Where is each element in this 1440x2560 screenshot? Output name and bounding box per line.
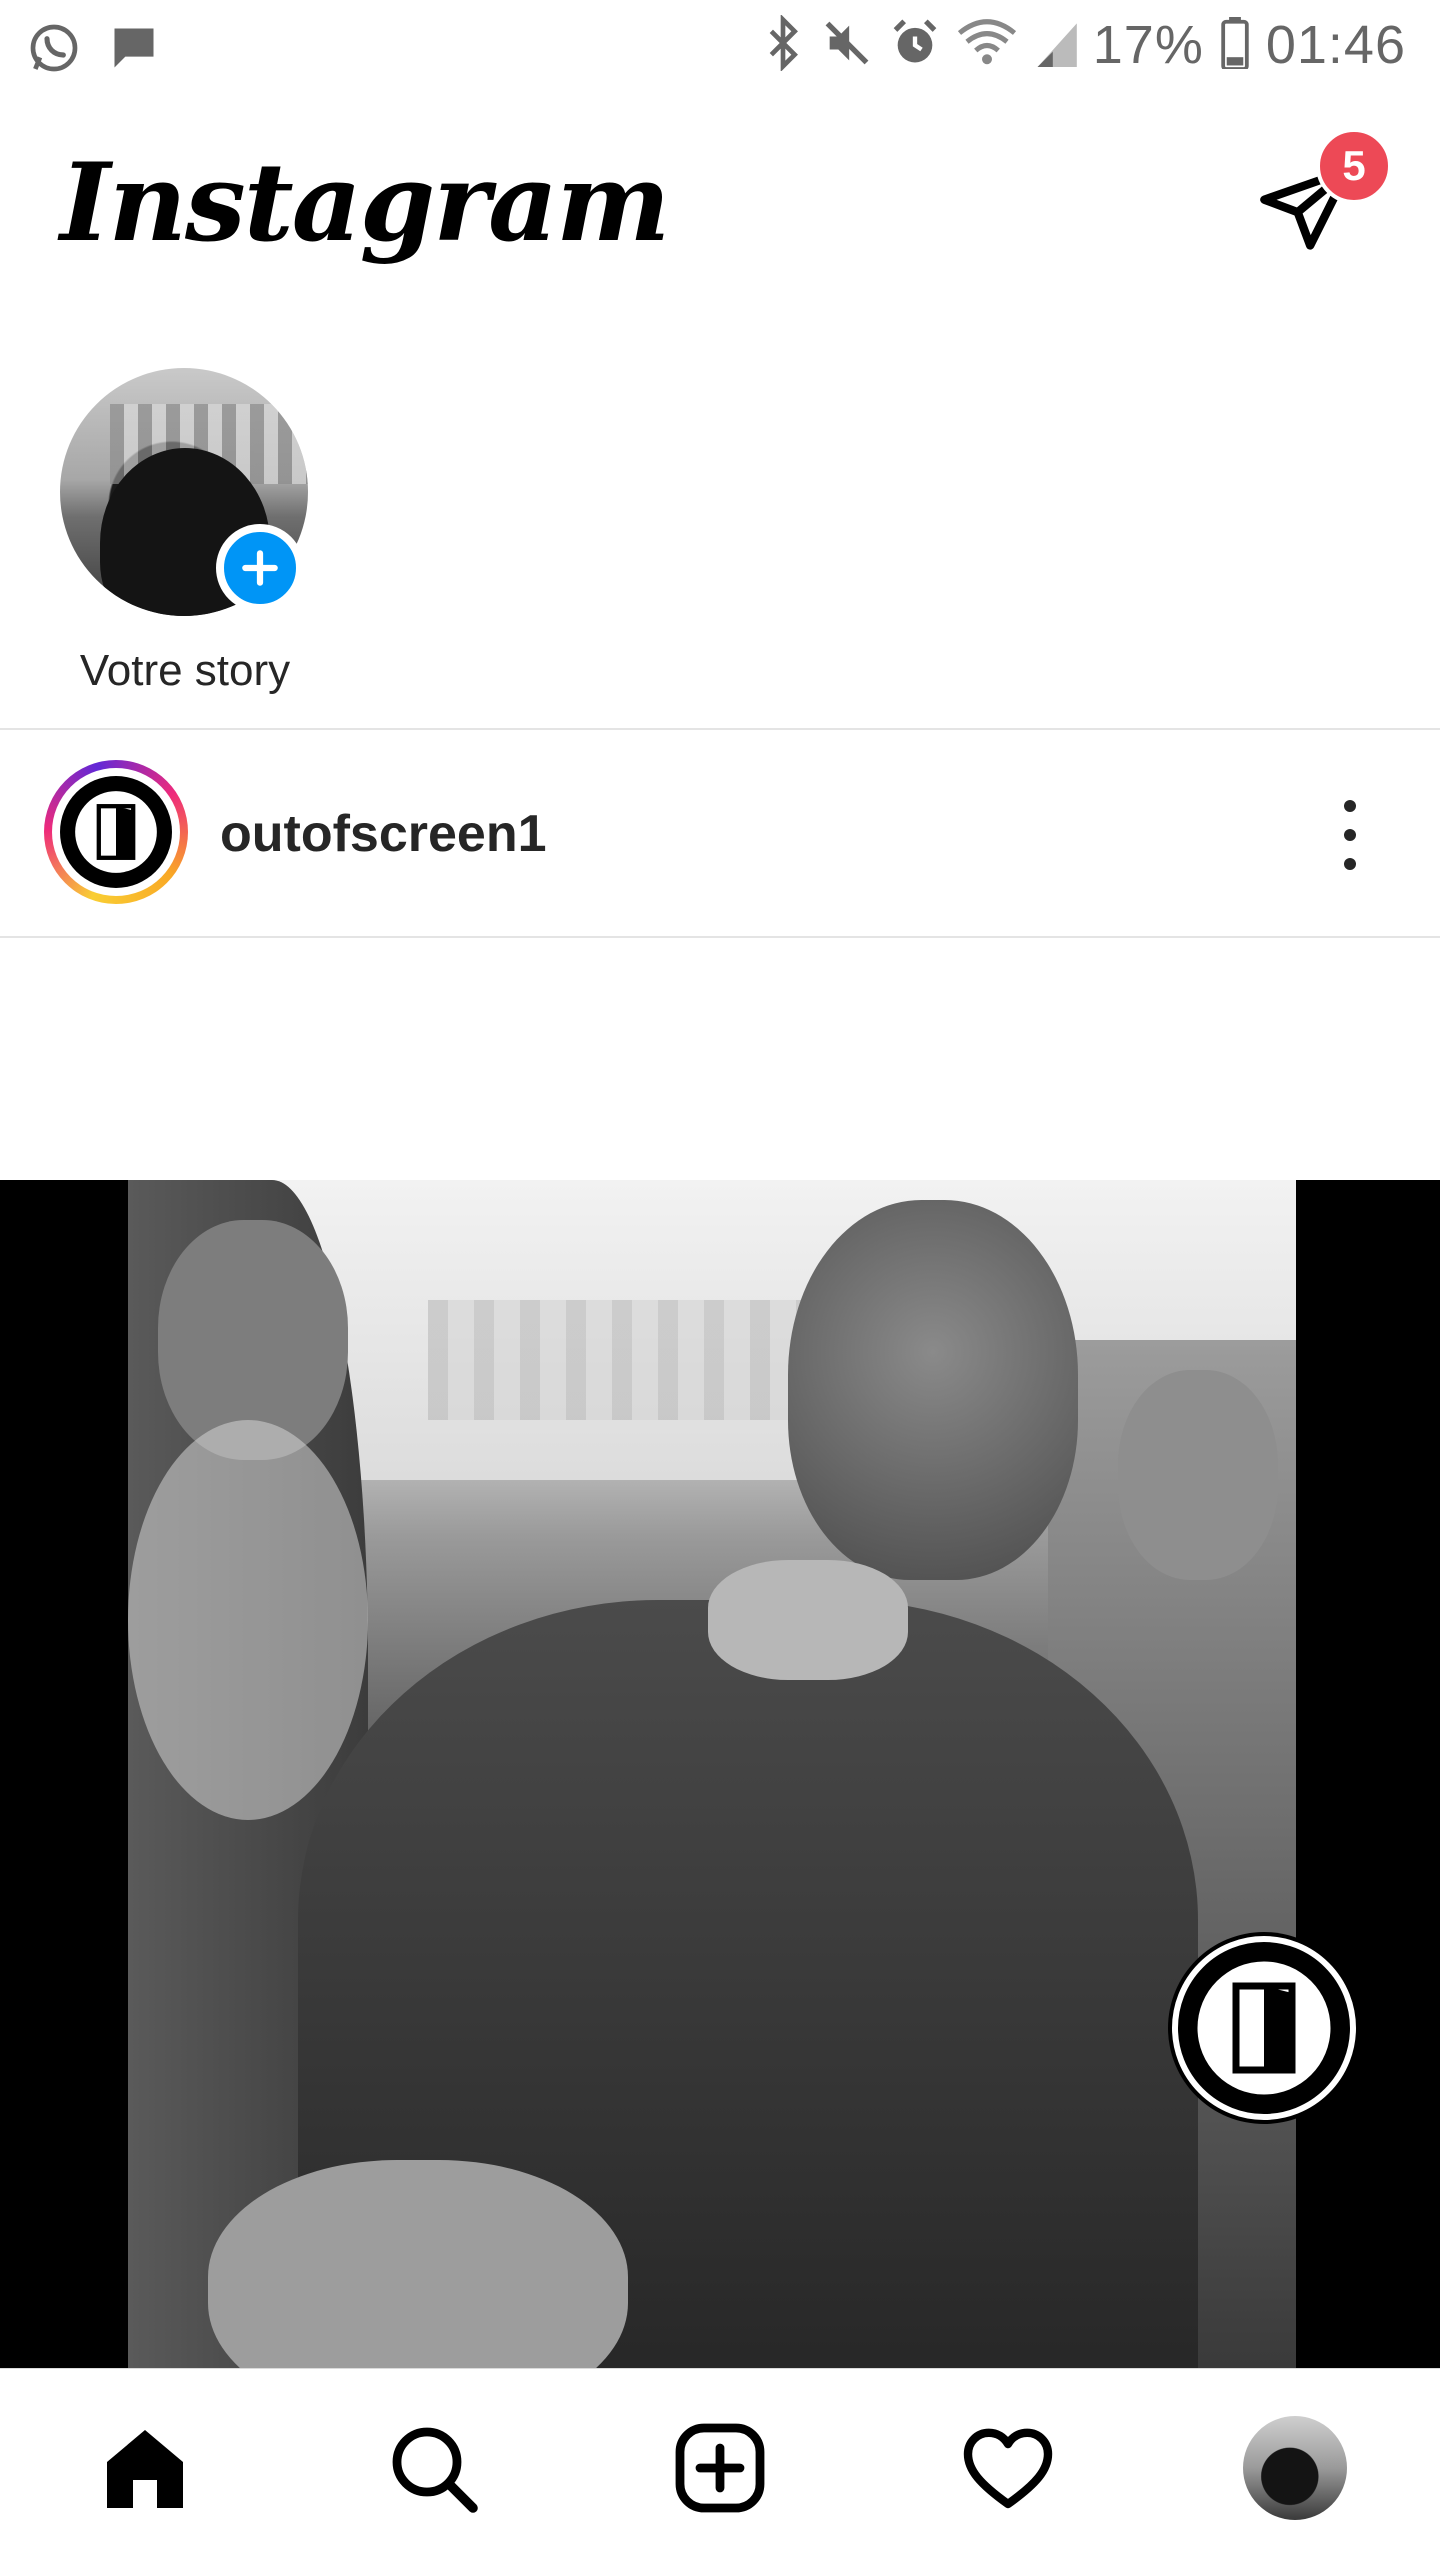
app-header: Instagram 5 — [0, 100, 1440, 330]
plus-icon — [242, 550, 278, 586]
signal-icon — [1033, 19, 1077, 72]
stories-tray: Votre story — [0, 360, 1440, 730]
add-story-button[interactable] — [216, 524, 304, 612]
battery-icon — [1220, 16, 1250, 74]
post-header: outofscreen1 — [0, 730, 1440, 936]
post-username[interactable]: outofscreen1 — [220, 804, 547, 864]
post-photo — [128, 1180, 1296, 2368]
post-author-avatar[interactable] — [44, 760, 188, 904]
status-bar-left — [26, 20, 160, 81]
bottom-navigation — [0, 2368, 1440, 2560]
alarm-icon — [889, 17, 941, 74]
heart-icon[interactable] — [953, 2413, 1063, 2523]
status-bar-right: 17% 01:46 — [761, 13, 1406, 76]
profile-avatar[interactable] — [1240, 2413, 1350, 2523]
instagram-logo[interactable]: Instagram — [60, 140, 670, 266]
watermark-logo — [1172, 1936, 1356, 2120]
story-label: Votre story — [79, 646, 291, 695]
divider — [0, 936, 1440, 938]
post-media[interactable] — [0, 1180, 1440, 2368]
message-icon — [108, 22, 160, 79]
home-icon[interactable] — [90, 2413, 200, 2523]
more-vertical-icon[interactable] — [1330, 800, 1370, 870]
avatar — [1243, 2416, 1347, 2520]
status-bar: 17% 01:46 — [0, 0, 1440, 100]
bluetooth-icon — [761, 13, 805, 76]
wifi-icon — [957, 17, 1017, 74]
add-post-icon[interactable] — [665, 2413, 775, 2523]
battery-percent: 17% — [1092, 15, 1204, 75]
search-icon[interactable] — [378, 2413, 488, 2523]
clock: 01:46 — [1265, 15, 1406, 75]
whatsapp-icon — [26, 20, 82, 81]
out-of-screen-logo — [60, 776, 172, 888]
mute-icon — [821, 17, 873, 74]
unread-messages-badge: 5 — [1316, 128, 1392, 204]
